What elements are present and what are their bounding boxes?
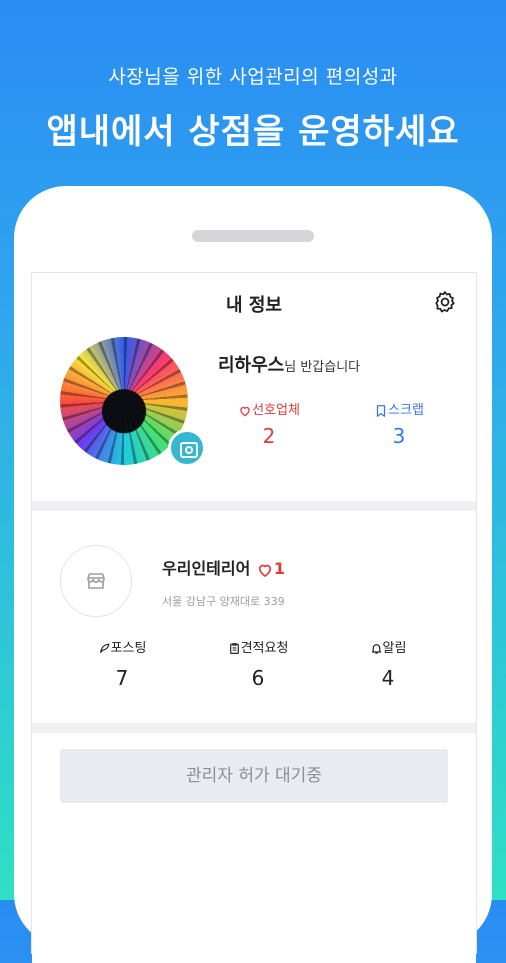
camera-lens-icon: [185, 446, 193, 454]
shop-logo[interactable]: [60, 545, 132, 617]
bookmark-icon: [376, 404, 386, 417]
posting-count: 7: [115, 666, 129, 690]
promo-title: 앱내에서 상점을 운영하세요: [46, 112, 460, 152]
scraps-label-text: 스크랩: [388, 403, 424, 418]
heart-icon: [240, 406, 250, 416]
quote-request-stat[interactable]: 견적요청 6: [208, 637, 308, 690]
heart-icon[interactable]: [256, 561, 274, 579]
page-title: 내 정보: [226, 295, 282, 316]
user-name-line: 리하우스님 반갑습니다: [218, 351, 360, 377]
clipboard-icon: [229, 643, 239, 654]
camera-button[interactable]: [168, 429, 206, 467]
pending-card: 관리자 허가 대기중: [32, 733, 476, 963]
favorites-count: 2: [262, 424, 276, 448]
shop-address: 서울 강남구 양재대로 339: [162, 595, 285, 608]
shop-like-count: 1: [273, 559, 286, 578]
favorites-stat[interactable]: 선호업체 2: [214, 399, 324, 448]
alarm-stat[interactable]: 알림 4: [338, 637, 438, 690]
phone-frame: 내 정보 리하우스님 반갑습니다 선호업체 2 스크랩 3 우리인테리어 1 서…: [14, 186, 492, 963]
scraps-count: 3: [392, 424, 406, 448]
alarm-count: 4: [381, 666, 395, 690]
gear-icon[interactable]: [432, 289, 458, 315]
favorites-label-text: 선호업체: [252, 403, 300, 418]
scraps-label: 스크랩: [344, 399, 454, 418]
store-icon: [87, 573, 105, 589]
profile-card: 내 정보 리하우스님 반갑습니다 선호업체 2 스크랩 3: [32, 273, 476, 501]
alarm-label-text: 알림: [382, 641, 407, 656]
shop-name: 우리인테리어: [162, 559, 251, 578]
phone-speaker: [192, 230, 314, 242]
shop-card: 우리인테리어 1 서울 강남구 양재대로 339 포스팅 7 견적요청 6 알림: [32, 511, 476, 723]
scraps-stat[interactable]: 스크랩 3: [344, 399, 454, 448]
favorites-label: 선호업체: [214, 399, 324, 418]
posting-label: 포스팅: [72, 637, 172, 656]
posting-stat[interactable]: 포스팅 7: [72, 637, 172, 690]
feather-icon: [99, 643, 109, 653]
posting-label-text: 포스팅: [110, 641, 147, 656]
pending-approval-button[interactable]: 관리자 허가 대기중: [60, 749, 448, 803]
quote-request-label-text: 견적요청: [240, 641, 289, 656]
quote-request-label: 견적요청: [208, 637, 308, 656]
greeting-text: 님 반갑습니다: [284, 360, 361, 375]
quote-request-count: 6: [251, 666, 265, 690]
app-screen: 내 정보 리하우스님 반갑습니다 선호업체 2 스크랩 3 우리인테리어 1 서…: [31, 272, 477, 963]
bell-icon: [371, 644, 381, 654]
alarm-label: 알림: [338, 637, 438, 656]
promo-subtitle: 사장님을 위한 사업관리의 편의성과: [108, 66, 398, 88]
user-name: 리하우스: [218, 355, 285, 376]
shop-name-line: 우리인테리어 1: [162, 555, 285, 579]
